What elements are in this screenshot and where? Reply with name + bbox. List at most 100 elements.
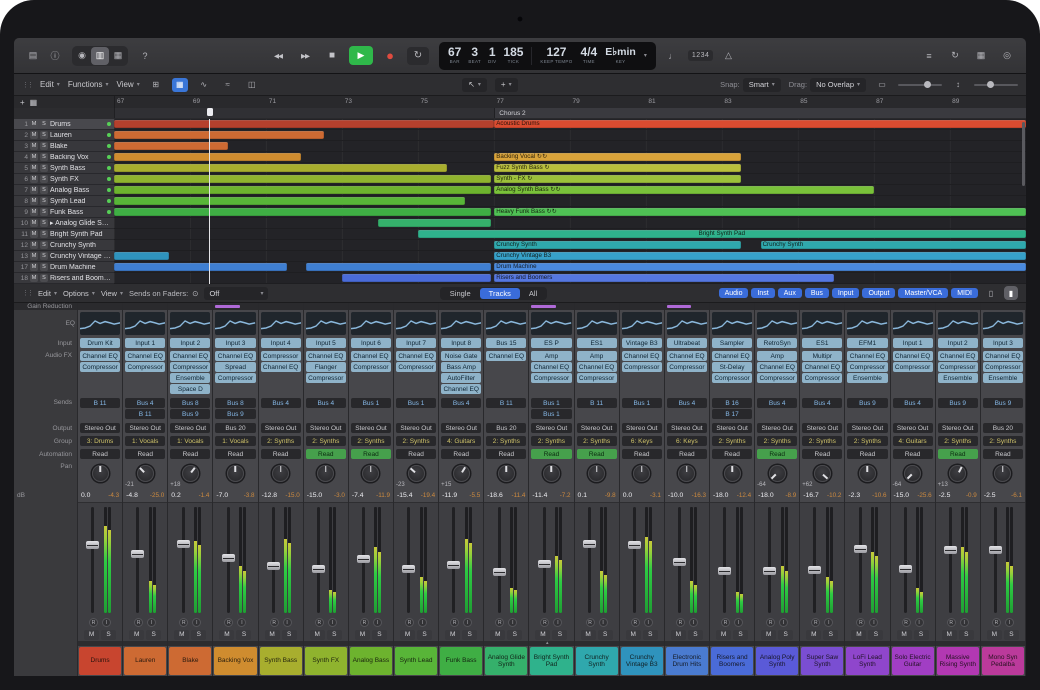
channel-name-plate[interactable]: Mono Syn Pedalba (982, 647, 1024, 675)
region[interactable] (114, 208, 491, 216)
cycle-button[interactable]: ↻ (407, 47, 429, 65)
channel-strip[interactable]: Input 7Channel EQCompressorBus 1Stereo O… (394, 303, 439, 676)
mute-button[interactable]: M (310, 630, 325, 640)
volume-fader[interactable] (447, 561, 460, 569)
mute-button[interactable]: M (30, 142, 38, 150)
input-monitor-button[interactable]: I (508, 618, 517, 627)
send-slot[interactable]: Bus 8 (215, 398, 255, 408)
solo-button[interactable]: S (40, 263, 48, 271)
audio-fx-slot[interactable]: Compressor (847, 362, 887, 372)
input-slot[interactable]: Input 3 (215, 338, 255, 348)
solo-button[interactable]: S (40, 252, 48, 260)
solo-button[interactable]: S (146, 630, 161, 640)
send-slot[interactable]: Bus 9 (170, 409, 210, 419)
group-slot[interactable]: 2: Synths (531, 436, 571, 446)
region[interactable]: Crunchy Synth (761, 241, 1026, 249)
record-enable-button[interactable]: R (856, 618, 865, 627)
output-slot[interactable]: Stereo Out (847, 423, 887, 433)
filter-bus-button[interactable]: Bus (805, 288, 829, 298)
solo-button[interactable]: S (40, 241, 48, 249)
volume-fader[interactable] (493, 568, 506, 576)
automation-slot[interactable]: Read (396, 449, 436, 459)
pan-knob[interactable] (724, 465, 741, 482)
audio-fx-slot[interactable]: Channel EQ (667, 351, 707, 361)
apple-loops-icon[interactable]: ↻ (946, 47, 964, 65)
input-monitor-button[interactable]: I (373, 618, 382, 627)
channel-strip[interactable]: Input 4CompressorChannel EQBus 4Stereo O… (259, 303, 304, 676)
solo-button[interactable]: S (1004, 630, 1019, 640)
input-monitor-button[interactable]: I (328, 618, 337, 627)
send-slot[interactable]: B 11 (577, 398, 617, 408)
filter-audio-button[interactable]: Audio (719, 288, 749, 298)
region[interactable] (114, 120, 494, 128)
forward-button[interactable]: ▶▶ (295, 46, 315, 66)
record-button[interactable]: ● (380, 46, 400, 66)
group-slot[interactable]: 2: Synths (712, 436, 752, 446)
output-slot[interactable]: Stereo Out (757, 423, 797, 433)
group-slot[interactable]: 2: Synths (306, 436, 346, 446)
audio-fx-slot[interactable]: Compressor (306, 373, 346, 383)
track-lane[interactable] (114, 218, 1026, 229)
collapse-chevron-icon[interactable]: ▴ (546, 640, 549, 646)
automation-slot[interactable]: Read (712, 449, 752, 459)
audio-fx-slot[interactable]: Channel EQ (893, 351, 933, 361)
region[interactable]: Synth - FX ↻ (494, 175, 741, 183)
output-slot[interactable]: Bus 20 (486, 423, 526, 433)
track-header[interactable]: 9MSFunk Bass (14, 207, 114, 218)
pan-knob[interactable] (92, 465, 109, 482)
track-lane[interactable]: Acoustic Drums (114, 119, 1026, 130)
add-track-button[interactable]: + (20, 98, 25, 107)
track-header[interactable]: 8MSSynth Lead (14, 196, 114, 207)
audio-fx-slot[interactable]: Compressor (938, 362, 978, 372)
volume-fader[interactable] (177, 540, 190, 548)
audio-fx-slot[interactable]: Channel EQ (396, 351, 436, 361)
send-slot[interactable]: B 16 (712, 398, 752, 408)
audio-fx-slot[interactable]: Channel EQ (441, 384, 481, 394)
mute-button[interactable]: M (30, 153, 38, 161)
pan-knob[interactable] (994, 465, 1011, 482)
wide-strip-icon[interactable]: ▮ (1004, 286, 1018, 300)
channel-strip[interactable]: Input 2Channel EQCompressorEnsembleSpace… (168, 303, 213, 676)
send-slot[interactable]: Bus 4 (306, 398, 346, 408)
solo-button[interactable]: S (40, 230, 48, 238)
record-enable-button[interactable]: R (450, 618, 459, 627)
mute-button[interactable]: M (897, 630, 912, 640)
audio-fx-slot[interactable]: Multipr (802, 351, 842, 361)
input-slot[interactable]: Drum Kit (80, 338, 120, 348)
filter-inst-button[interactable]: Inst (751, 288, 774, 298)
input-slot[interactable]: Input 1 (125, 338, 165, 348)
arrangement-marker[interactable] (114, 108, 494, 118)
audio-fx-slot[interactable]: Channel EQ (261, 362, 301, 372)
drag-menu[interactable]: Drag:No Overlap▾ (789, 78, 866, 92)
eq-display[interactable] (845, 310, 889, 337)
eq-display[interactable] (936, 310, 980, 337)
region[interactable] (378, 219, 490, 227)
mixer-edit-menu[interactable]: Edit▾ (38, 289, 57, 298)
group-slot[interactable]: 4: Guitars (441, 436, 481, 446)
mute-button[interactable]: M (851, 630, 866, 640)
automation-slot[interactable]: Read (983, 449, 1023, 459)
volume-fader[interactable] (267, 562, 280, 570)
region[interactable]: Crunchy Vintage B3 (494, 252, 1026, 260)
track-lane[interactable] (114, 141, 1026, 152)
record-enable-button[interactable]: R (495, 618, 504, 627)
eq-display[interactable] (259, 310, 303, 337)
region[interactable] (114, 153, 301, 161)
channel-strip[interactable]: Drum KitChannel EQCompressorB 11Stereo O… (78, 303, 123, 676)
output-slot[interactable]: Stereo Out (306, 423, 346, 433)
track-header[interactable]: 1MSDrums (14, 119, 114, 130)
volume-fader[interactable] (808, 566, 821, 574)
region[interactable] (342, 274, 491, 282)
quick-help-icon[interactable]: ? (136, 47, 154, 65)
group-slot[interactable]: 6: Keys (622, 436, 662, 446)
audio-fx-slot[interactable]: Noise Gate (441, 351, 481, 361)
input-slot[interactable]: Vintage B3 (622, 338, 662, 348)
pan-knob[interactable] (317, 465, 334, 482)
solo-button[interactable]: S (40, 186, 48, 194)
output-slot[interactable]: Stereo Out (938, 423, 978, 433)
solo-button[interactable]: S (40, 164, 48, 172)
input-monitor-button[interactable]: I (779, 618, 788, 627)
send-slot[interactable]: Bus 9 (983, 398, 1023, 408)
channel-strip[interactable]: Bus 15Channel EQB 11Bus 202: SynthsRead-… (484, 303, 529, 676)
pan-knob[interactable] (137, 465, 154, 482)
